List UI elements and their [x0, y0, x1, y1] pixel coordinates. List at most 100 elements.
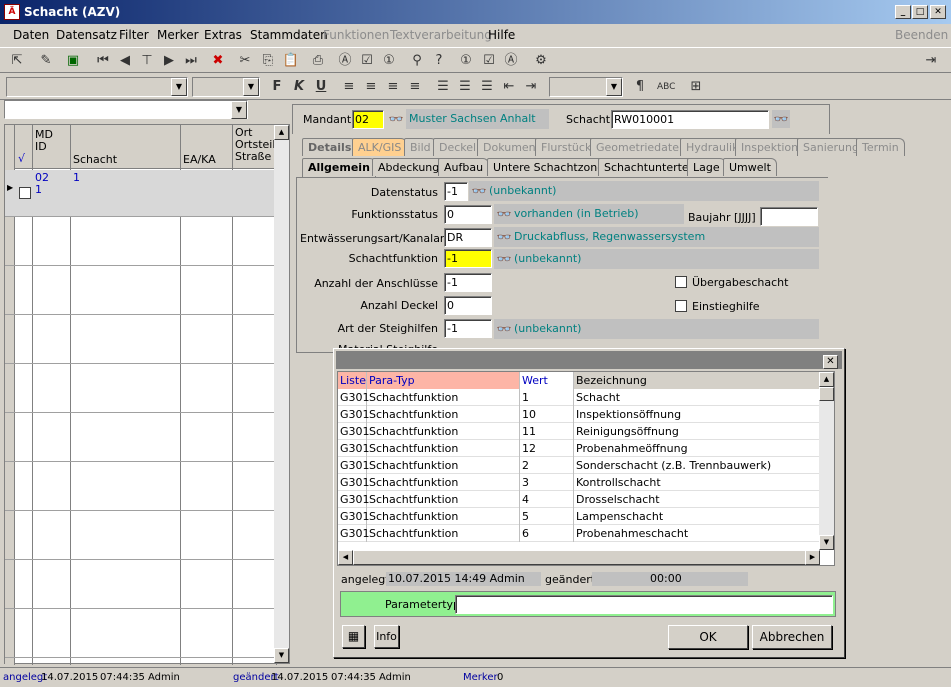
scroll-right-icon[interactable]: ▶ — [805, 550, 820, 565]
numbered-list-icon[interactable]: ☰ — [434, 78, 452, 96]
cut-icon[interactable]: ✂ — [236, 52, 254, 70]
baujahr-field[interactable] — [760, 207, 818, 226]
entwaesserung-field[interactable]: DR — [444, 228, 492, 247]
menu-daten[interactable]: Daten — [13, 28, 49, 42]
col-liste-header[interactable]: Liste — [338, 372, 367, 389]
datenstatus-field[interactable]: -1 — [444, 182, 468, 201]
grid-view-icon[interactable]: ▦ — [342, 625, 365, 648]
help-icon[interactable]: ? — [430, 52, 448, 70]
indent-icon[interactable]: ⇥ — [522, 78, 540, 96]
last-record-icon[interactable]: ⏭ — [182, 52, 200, 70]
align-right-icon[interactable]: ≡ — [384, 78, 402, 96]
one-b-icon[interactable]: ① — [457, 52, 475, 70]
menu-datensatz[interactable]: Datensatz — [56, 28, 117, 42]
one-icon[interactable]: ① — [380, 52, 398, 70]
mandant-field[interactable]: 02 — [352, 110, 384, 129]
check-b-icon[interactable]: ☑ — [480, 52, 498, 70]
tab-allgemein[interactable]: Allgemein — [302, 158, 376, 178]
scroll-left-icon[interactable]: ◀ — [338, 550, 353, 565]
page-setup-icon[interactable]: ⊞ — [687, 78, 705, 96]
col-bezeichnung-header[interactable]: Bezeichnung — [574, 372, 820, 389]
minimize-button[interactable]: _ — [895, 5, 911, 19]
table-row[interactable]: G301 Schachtfunktion 10 Inspektionsöffnung — [338, 406, 820, 423]
table-row[interactable]: G301 Schachtfunktion 12 Probenahmeöffnung — [338, 440, 820, 457]
table-row[interactable]: G301 Schachtfunktion 1 Schacht — [338, 389, 820, 406]
funktionsstatus-binoculars-icon[interactable]: 👓 — [495, 205, 513, 223]
menu-stammdaten[interactable]: Stammdaten — [250, 28, 328, 42]
check-icon[interactable]: ☑ — [358, 52, 376, 70]
tab-alk-gis[interactable]: ALK/GIS — [352, 138, 408, 156]
tools-icon[interactable]: ⚙ — [532, 52, 550, 70]
scroll-thumb[interactable] — [819, 387, 834, 401]
steighilfen-field[interactable]: -1 — [444, 319, 492, 338]
search-icon[interactable]: ⚲ — [408, 52, 426, 70]
hscroll-thumb[interactable] — [353, 550, 812, 565]
info-button[interactable]: Info — [374, 625, 399, 648]
datenstatus-binoculars-icon[interactable]: 👓 — [470, 182, 488, 200]
menu-beenden[interactable]: Beenden — [895, 28, 948, 42]
schachtfunktion-binoculars-icon[interactable]: 👓 — [495, 250, 513, 268]
uebergabeschacht-checkbox[interactable] — [675, 276, 687, 288]
align-left-icon[interactable]: ≡ — [340, 78, 358, 96]
close-button[interactable]: ✕ — [930, 5, 946, 19]
ok-button[interactable]: OK — [668, 625, 748, 649]
tab-untere-schachtzone[interactable]: Untere Schachtzone — [487, 158, 610, 176]
menu-merker[interactable]: Merker — [157, 28, 199, 42]
menu-textverarbeitung[interactable]: Textverarbeitung — [390, 28, 492, 42]
tab-geometriedaten[interactable]: Geometriedaten — [590, 138, 692, 156]
table-row[interactable]: G301 Schachtfunktion 6 Probenahmeschacht — [338, 525, 820, 542]
tab-bild[interactable]: Bild — [404, 138, 437, 156]
tab-umwelt[interactable]: Umwelt — [723, 158, 777, 176]
menu-hilfe[interactable]: Hilfe — [488, 28, 515, 42]
bold-button[interactable]: F — [268, 78, 286, 96]
record-filter-combo[interactable]: ▼ — [4, 100, 248, 119]
form-b-icon[interactable]: Ⓐ — [502, 52, 520, 70]
italic-button[interactable]: K — [290, 78, 308, 96]
tab-flurstueck[interactable]: Flurstück — [535, 138, 598, 156]
col-wert-header[interactable]: Wert — [520, 372, 574, 389]
style-combo[interactable]: ▼ — [549, 77, 623, 97]
new-record-icon[interactable]: ⇱ — [8, 52, 26, 70]
einstieghilfe-checkbox[interactable] — [675, 300, 687, 312]
tab-deckel[interactable]: Deckel — [433, 138, 483, 156]
schacht-field[interactable]: RW010001 — [611, 110, 769, 129]
menu-funktionen[interactable]: Funktionen — [323, 28, 389, 42]
table-row[interactable]: G301 Schachtfunktion 3 Kontrollschacht — [338, 474, 820, 491]
underline-button[interactable]: U — [312, 78, 330, 96]
justify-icon[interactable]: ≡ — [406, 78, 424, 96]
grid-scrollbar[interactable]: ▲ ▼ — [274, 125, 289, 663]
table-hscroll[interactable]: ◀ ▶ — [338, 550, 820, 565]
table-row[interactable]: G301 Schachtfunktion 4 Drosselschacht — [338, 491, 820, 508]
print-icon[interactable]: ⎙ — [309, 52, 327, 70]
first-record-icon[interactable]: ⏮ — [94, 52, 112, 70]
outdent-icon[interactable]: ⇤ — [500, 78, 518, 96]
font-combo[interactable]: ▼ — [6, 77, 188, 97]
scroll-down-icon[interactable]: ▼ — [819, 535, 834, 550]
paste-icon[interactable]: 📋 — [282, 52, 300, 70]
tab-abdeckung[interactable]: Abdeckung — [372, 158, 446, 176]
tab-termin[interactable]: Termin — [856, 138, 905, 156]
list-icon[interactable]: ☰ — [456, 78, 474, 96]
tab-lage[interactable]: Lage — [687, 158, 726, 176]
parametertyp-field[interactable] — [455, 595, 833, 614]
form-a-icon[interactable]: Ⓐ — [336, 52, 354, 70]
entwaesserung-binoculars-icon[interactable]: 👓 — [495, 228, 513, 246]
table-row[interactable]: G301 Schachtfunktion 11 Reinigungsöffnung — [338, 423, 820, 440]
edit-icon[interactable]: ✎ — [37, 52, 55, 70]
abbrechen-button[interactable]: Abbrechen — [752, 625, 832, 649]
exit-door-icon[interactable]: ⇥ — [922, 52, 940, 70]
table-row[interactable]: G301 Schachtfunktion 2 Sonderschacht (z.B. … — [338, 457, 820, 474]
scroll-up-icon[interactable]: ▲ — [819, 372, 834, 387]
save-icon[interactable]: ▣ — [64, 52, 82, 70]
size-combo[interactable]: ▼ — [192, 77, 260, 97]
spellcheck-icon[interactable]: ABC — [657, 78, 675, 96]
schachtfunktion-field[interactable]: -1 — [444, 249, 492, 268]
delete-icon[interactable]: ✖ — [209, 52, 227, 70]
dialog-close-icon[interactable]: ✕ — [823, 355, 838, 369]
prev-record-icon[interactable]: ◀ — [116, 52, 134, 70]
scroll-up-icon[interactable]: ▲ — [274, 125, 289, 140]
filter-icon[interactable]: ⊤ — [138, 52, 156, 70]
align-center-icon[interactable]: ≡ — [362, 78, 380, 96]
funktionsstatus-field[interactable]: 0 — [444, 205, 492, 224]
tab-sanierung[interactable]: Sanierung — [797, 138, 865, 156]
